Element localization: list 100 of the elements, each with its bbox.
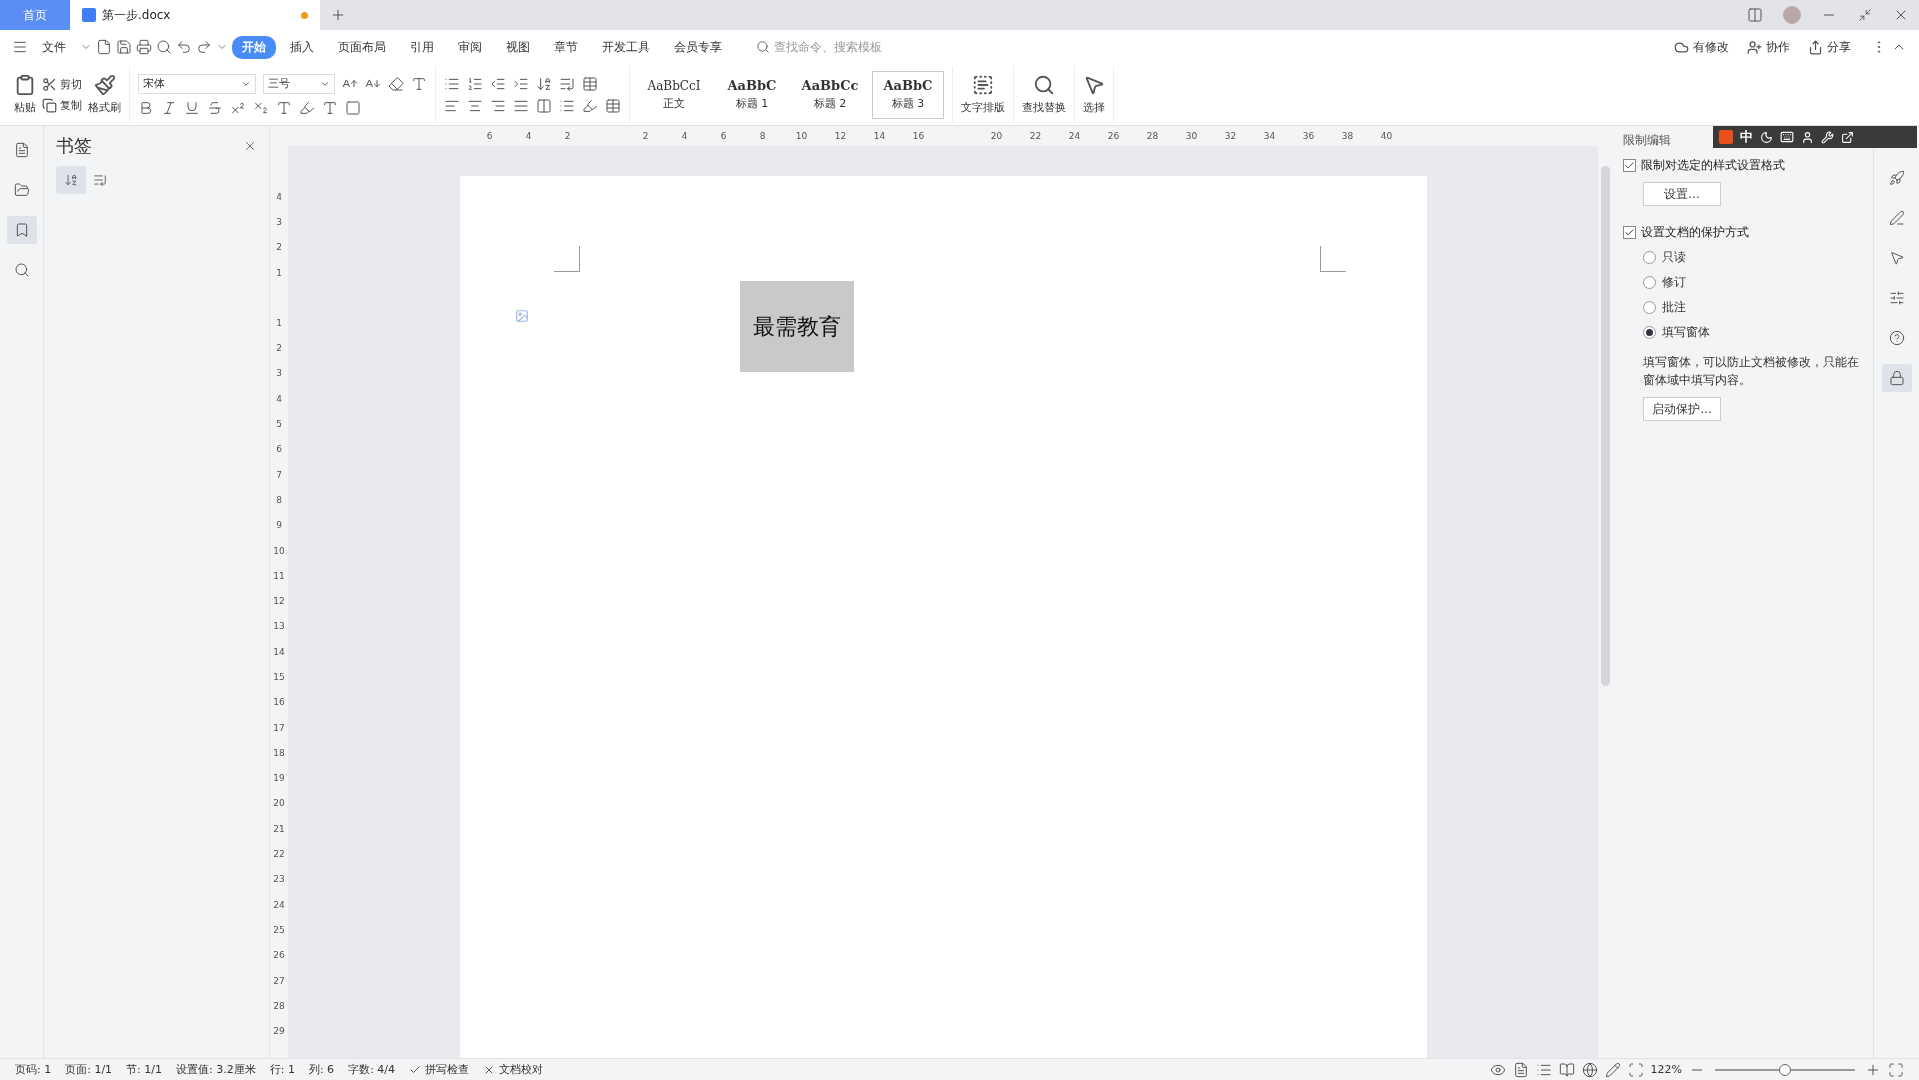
moon-icon[interactable] [1760, 130, 1773, 144]
ruler-number: 25 [273, 923, 285, 937]
format-limit-checkbox[interactable]: 限制对选定的样式设置格式 [1623, 157, 1863, 174]
file-menu[interactable]: 文件 [32, 35, 76, 59]
style-preset[interactable]: AaBbC 标题 3 [872, 70, 944, 119]
window-layout-icon[interactable] [1747, 7, 1763, 23]
size-select[interactable]: 三号 [263, 73, 335, 94]
cursor-icon[interactable] [1888, 250, 1905, 266]
ruler-number: 2 [641, 131, 650, 141]
document-icon [82, 8, 96, 22]
ruler-number: 34 [1262, 131, 1277, 141]
sort-position-icon[interactable] [93, 173, 107, 187]
sort-icon[interactable] [536, 75, 552, 92]
pen-icon[interactable] [1888, 210, 1905, 226]
protection-radio[interactable]: 填写窗体 [1643, 324, 1863, 341]
paintbrush-icon [93, 74, 116, 96]
margin-mark [1319, 246, 1346, 272]
new-file-icon[interactable] [96, 39, 112, 55]
sliders-icon[interactable] [1888, 290, 1905, 306]
outline-icon[interactable] [13, 142, 30, 158]
action-button[interactable]: 有修改 [1674, 38, 1729, 56]
help-icon[interactable] [1888, 330, 1905, 346]
char-border-icon[interactable] [345, 99, 361, 116]
search-icon[interactable] [756, 40, 770, 54]
underline-icon[interactable] [184, 99, 200, 116]
reading-view-icon[interactable] [1558, 1061, 1575, 1078]
document-tab[interactable]: 第一步.docx [70, 0, 320, 30]
search-icon [1033, 74, 1055, 96]
search-icon[interactable] [13, 262, 30, 278]
ruler-number: 4 [276, 190, 282, 204]
ribbon-tab[interactable]: 会员专享 [664, 35, 732, 59]
italic-icon[interactable] [161, 99, 177, 116]
tool-button[interactable]: 选择 [1083, 74, 1105, 115]
edit-icon[interactable] [1604, 1061, 1621, 1078]
page-view-icon[interactable] [1512, 1061, 1529, 1078]
action-button[interactable]: 分享 [1808, 38, 1851, 56]
ribbon-tab[interactable]: 页面布局 [328, 35, 396, 59]
restore-icon[interactable] [1858, 8, 1872, 22]
ruler-number: 2 [276, 241, 282, 255]
folder-icon[interactable] [13, 182, 30, 198]
status-button[interactable]: 文档校对 [476, 1062, 551, 1077]
highlighter-icon[interactable] [299, 99, 315, 116]
rocket-icon[interactable] [1888, 170, 1905, 186]
ruler-number: 30 [1184, 131, 1199, 141]
menu-icon[interactable] [12, 39, 28, 55]
ribbon-tab[interactable]: 引用 [400, 35, 444, 59]
protection-radio[interactable]: 批注 [1643, 299, 1863, 316]
undo-icon[interactable] [176, 39, 192, 55]
sort-az-icon[interactable] [64, 173, 78, 187]
copy-button[interactable]: 复制 [42, 97, 82, 113]
tool-button[interactable]: 文字排版 [961, 74, 1005, 115]
keyboard-icon[interactable] [1780, 130, 1794, 144]
lock-icon[interactable] [1888, 370, 1905, 386]
ruler-number: 24 [1067, 131, 1082, 141]
settings-button[interactable]: 设置... [1643, 182, 1721, 206]
ribbon-tab[interactable]: 审阅 [448, 35, 492, 59]
status-button[interactable]: 拼写检查 [402, 1062, 477, 1077]
ruler-number: 4 [680, 131, 689, 141]
start-protection-button[interactable]: 启动保护... [1643, 397, 1721, 421]
redo-icon[interactable] [196, 39, 212, 55]
font-select[interactable]: 宋体 [138, 73, 256, 94]
zoom-level[interactable]: 122% [1643, 1063, 1689, 1076]
protection-checkbox[interactable]: 设置文档的保护方式 [1623, 224, 1863, 241]
save-icon[interactable] [116, 39, 132, 55]
web-view-icon[interactable] [1581, 1061, 1598, 1078]
scrollbar[interactable] [1601, 166, 1610, 686]
ribbon-tab[interactable]: 开发工具 [592, 35, 660, 59]
action-button[interactable]: 协作 [1747, 38, 1790, 56]
protection-radio[interactable]: 只读 [1643, 249, 1863, 266]
numbered-list-icon[interactable] [467, 75, 483, 92]
ruler-number: 40 [1379, 131, 1394, 141]
user-icon[interactable] [1801, 130, 1814, 144]
ruler-number: 21 [273, 822, 285, 836]
protection-radio[interactable]: 修订 [1643, 274, 1863, 291]
form-field[interactable]: 最需教育 [739, 281, 854, 372]
ruler-number: 7 [276, 468, 282, 482]
ribbon-tab[interactable]: 视图 [496, 35, 540, 59]
popout-icon[interactable] [1841, 130, 1854, 144]
strikethrough-icon[interactable] [207, 99, 223, 116]
style-preset[interactable]: AaBbCc 标题 2 [794, 70, 866, 119]
print-icon[interactable] [136, 39, 152, 55]
style-preset[interactable]: AaBbC 标题 1 [716, 70, 788, 119]
ruler-number: 3 [276, 367, 282, 381]
status-text: 页面: 1/1 [64, 1062, 114, 1077]
ruler-number: 26 [273, 949, 285, 963]
eraser-icon[interactable] [388, 75, 404, 92]
ribbon-tab[interactable]: 章节 [544, 35, 588, 59]
cut-button[interactable]: 剪切 [42, 76, 82, 92]
ribbon-tab[interactable]: 插入 [280, 35, 324, 59]
ruler-number: 26 [1106, 131, 1121, 141]
table-icon[interactable] [582, 75, 598, 92]
style-preset[interactable]: AaBbCcI 正文 [638, 70, 710, 119]
ruler-number: 32 [1223, 131, 1238, 141]
close-icon[interactable] [243, 139, 257, 153]
paste-button[interactable]: 粘贴 [14, 74, 36, 115]
format-painter-button[interactable]: 格式刷 [88, 74, 121, 115]
input-mode[interactable]: 中 [1740, 128, 1753, 146]
wrench-icon[interactable] [1821, 130, 1834, 144]
tool-button[interactable]: 查找替换 [1022, 74, 1066, 115]
bold-icon[interactable] [138, 99, 154, 116]
